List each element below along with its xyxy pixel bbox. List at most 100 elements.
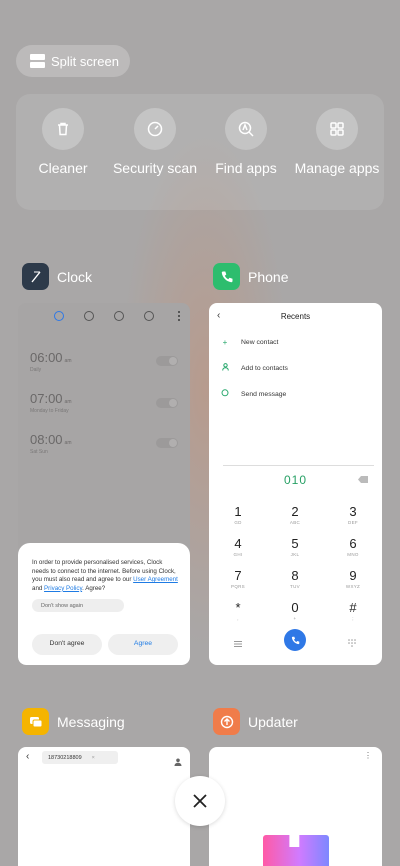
- recipient-chip[interactable]: 18730218809 ×: [42, 751, 118, 764]
- clock-app-icon: [22, 263, 49, 290]
- menu-lines-icon[interactable]: [234, 635, 242, 647]
- stopwatch-tab-icon[interactable]: [114, 311, 124, 321]
- messaging-app-card[interactable]: ‹ 18730218809 ×: [18, 747, 190, 866]
- find-apps-button[interactable]: Find apps: [203, 108, 289, 176]
- split-screen-button[interactable]: Split screen: [16, 45, 130, 77]
- recipient-number: 18730218809: [48, 754, 82, 761]
- contact-person-icon[interactable]: [174, 753, 182, 766]
- security-scan-label: Security scan: [112, 160, 198, 176]
- key-letters: ABC: [289, 520, 301, 525]
- plus-icon: +: [222, 338, 228, 347]
- add-to-contacts-item[interactable]: Add to contacts: [221, 363, 288, 373]
- find-apps-label: Find apps: [215, 160, 277, 176]
- grid-icon: [316, 108, 358, 150]
- more-icon[interactable]: ⋮: [364, 751, 372, 760]
- split-screen-icon: [30, 54, 45, 68]
- add-to-contacts-label: Add to contacts: [241, 364, 288, 372]
- alarm-item[interactable]: 06:00 am Daily: [30, 350, 72, 373]
- alarm-toggle[interactable]: [156, 398, 178, 408]
- close-icon: [193, 794, 207, 808]
- close-all-button[interactable]: [175, 776, 225, 826]
- dialpad-key[interactable]: 9 WXYZ: [333, 568, 373, 590]
- key-letters: GD: [234, 520, 242, 525]
- phone-app-header[interactable]: Phone: [213, 263, 288, 290]
- clock-toolbar: [54, 311, 181, 321]
- updater-app-icon: [213, 708, 240, 735]
- key-digit: 6: [349, 536, 357, 551]
- world-clock-tab-icon[interactable]: [84, 311, 94, 321]
- dialpad-key[interactable]: *,: [218, 600, 258, 622]
- alarm-ampm: am: [64, 358, 72, 364]
- dialog-text: . Agree?: [82, 584, 106, 592]
- send-message-label: Send message: [241, 390, 287, 398]
- more-icon[interactable]: [178, 311, 181, 321]
- key-letters: ;: [352, 616, 354, 621]
- manage-apps-label: Manage apps: [294, 160, 380, 176]
- alarm-time: 06:00: [30, 350, 63, 365]
- clock-app-header[interactable]: Clock: [22, 263, 92, 290]
- dialpad-key[interactable]: 0 +: [275, 600, 315, 622]
- alarm-time: 07:00: [30, 391, 63, 406]
- alarm-item[interactable]: 07:00 am Monday to Friday: [30, 391, 72, 414]
- dialpad-key[interactable]: 4 GHI: [218, 537, 258, 558]
- phone-app-card[interactable]: ‹ Recents + New contact Add to contacts …: [209, 303, 382, 665]
- key-letters: WXYZ: [345, 584, 361, 589]
- key-digit: *: [235, 600, 241, 615]
- privacy-policy-link[interactable]: Privacy Policy: [44, 585, 82, 592]
- key-digit: 0: [291, 600, 299, 615]
- key-letters: DEF: [348, 520, 358, 525]
- dont-show-again-checkbox[interactable]: Don't show again: [32, 599, 124, 613]
- send-message-item[interactable]: Send message: [221, 389, 286, 399]
- messaging-app-header[interactable]: Messaging: [22, 708, 125, 735]
- call-button[interactable]: [284, 629, 306, 651]
- phone-call-icon: [291, 636, 299, 644]
- recents-title: Recents: [280, 312, 311, 321]
- miui-logo: [263, 835, 329, 866]
- dialpad-key[interactable]: 8 TUV: [275, 568, 315, 590]
- new-contact-item[interactable]: + New contact: [221, 338, 279, 347]
- dialpad-key[interactable]: 6 MNO: [333, 536, 373, 558]
- security-scan-button[interactable]: Security scan: [112, 108, 198, 176]
- key-digit: 8: [291, 568, 299, 583]
- manage-apps-button[interactable]: Manage apps: [294, 108, 380, 176]
- alarm-item[interactable]: 08:00 am Sat Sun: [30, 432, 72, 455]
- dialog-text: and: [32, 584, 45, 592]
- privacy-dialog: In order to provide personalised service…: [18, 543, 190, 665]
- alarm-toggle[interactable]: [156, 438, 178, 448]
- timer-tab-icon[interactable]: [144, 311, 154, 321]
- dialpad-key[interactable]: 2 ABC: [275, 505, 315, 526]
- dialpad-key[interactable]: 3 DEF: [333, 504, 373, 526]
- dialpad-toggle-icon[interactable]: [348, 634, 356, 647]
- back-arrow-icon[interactable]: ‹: [26, 751, 29, 762]
- dialpad-key[interactable]: 1 GD: [218, 504, 258, 526]
- alarm-toggle[interactable]: [156, 356, 178, 366]
- updater-app-name: Updater: [248, 713, 298, 730]
- messaging-app-name: Messaging: [57, 713, 125, 730]
- alarm-repeat: Monday to Friday: [30, 408, 69, 414]
- phone-app-name: Phone: [248, 268, 289, 285]
- clock-app-card[interactable]: 06:00 am Daily 07:00 am Monday to Friday 0…: [18, 303, 190, 665]
- messaging-app-icon: [22, 708, 49, 735]
- dialpad-key[interactable]: 5 JKL: [275, 536, 315, 558]
- key-digit: 1: [234, 504, 242, 519]
- key-digit: 3: [349, 504, 357, 519]
- message-icon: [221, 389, 229, 399]
- dialpad-divider: [223, 465, 374, 466]
- dialpad-key[interactable]: 7 PQRS: [218, 569, 258, 590]
- updater-app-card[interactable]: ⋮: [209, 747, 382, 866]
- user-agreement-link[interactable]: User Agreement: [133, 576, 178, 583]
- agree-button[interactable]: Agree: [108, 634, 178, 655]
- phone-app-icon: [213, 263, 240, 290]
- key-digit: 9: [349, 568, 357, 583]
- updater-app-header[interactable]: Updater: [213, 708, 298, 735]
- key-letters: +: [293, 616, 297, 621]
- dont-agree-button[interactable]: Don't agree: [32, 634, 102, 655]
- cleaner-button[interactable]: Cleaner: [20, 108, 106, 176]
- remove-recipient-icon[interactable]: ×: [92, 755, 95, 761]
- key-digit: 5: [291, 536, 299, 551]
- dialpad-key[interactable]: #;: [333, 601, 373, 622]
- key-letters: TUV: [290, 584, 300, 589]
- key-letters: ,: [237, 616, 239, 621]
- privacy-dialog-text: In order to provide personalised service…: [32, 559, 178, 593]
- alarm-tab-icon[interactable]: [54, 311, 64, 321]
